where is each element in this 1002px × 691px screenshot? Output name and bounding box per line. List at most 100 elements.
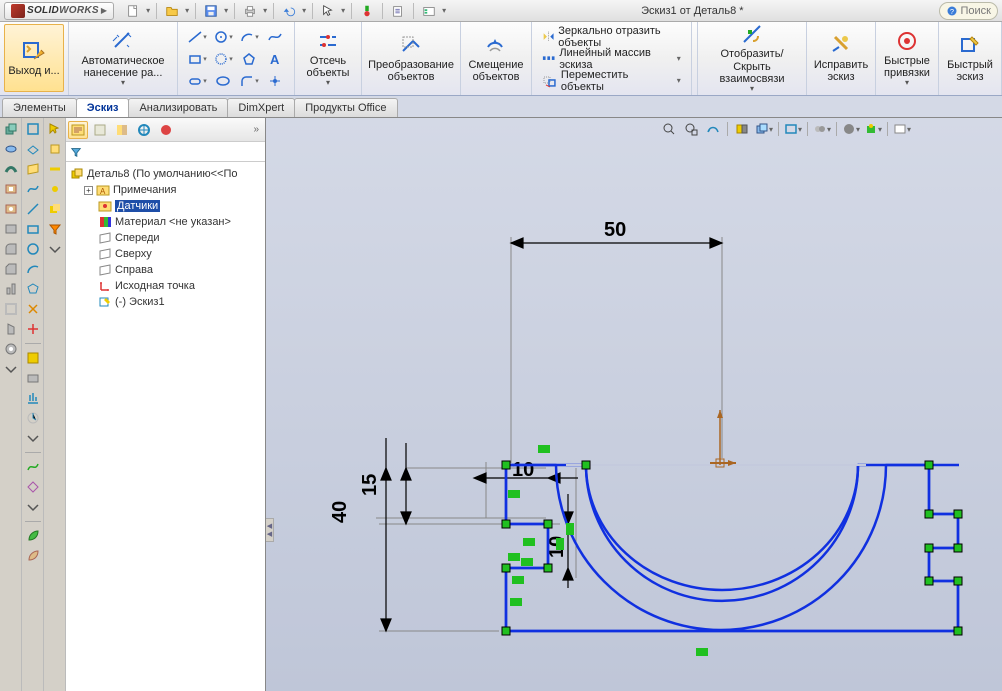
trim-icon-s[interactable] [24,300,42,318]
undo-icon[interactable] [280,2,298,20]
arc-tool[interactable]: ▾ [236,26,262,48]
more-sketch-icon[interactable] [24,320,42,338]
settings-icon[interactable] [420,2,438,20]
circle-tool[interactable]: ▾ [210,26,236,48]
rebuild-icon[interactable] [358,2,376,20]
eval3-icon[interactable] [24,389,42,407]
config-manager-tab[interactable] [112,121,132,139]
tree-top-plane[interactable]: Сверху [68,246,263,262]
dim-10a[interactable]: 10 [512,459,534,481]
show-hide-relations-button[interactable]: Отобразить/Скрыть взаимосвязи ▾ [702,24,802,92]
circle-icon-s[interactable] [24,240,42,258]
ref-icon[interactable] [24,478,42,496]
shell-icon[interactable] [2,300,20,318]
extrude-icon[interactable] [2,120,20,138]
more-eval-icon[interactable] [24,429,42,447]
face-sel-icon[interactable] [46,140,64,158]
options-icon[interactable] [389,2,407,20]
save-icon[interactable] [202,2,220,20]
dim-40[interactable]: 40 [329,501,351,523]
search-box[interactable]: ? Поиск [939,2,998,20]
linear-pattern-button[interactable]: Линейный массив эскиза▾ [538,48,685,69]
tree-filter-bar[interactable] [66,142,265,162]
eval4-icon[interactable] [24,409,42,427]
more-ref-icon[interactable] [24,498,42,516]
hole-icon[interactable] [2,340,20,358]
more-sel-icon[interactable] [46,240,64,258]
feature-tree-tab[interactable] [68,121,88,139]
filter-icon-s[interactable] [46,220,64,238]
fillet-tool[interactable]: ▾ [236,70,262,92]
trim-button[interactable]: Отсечь объекты ▾ [299,24,357,92]
tree-annotations[interactable]: + A Примечания [68,182,263,198]
cursor-icon-s[interactable] [46,120,64,138]
offset-button[interactable]: Смещение объектов [465,24,527,92]
graphics-area[interactable]: ▾ ▾ ▾ ▾ ▾ ▾ ◀◀ [266,118,1002,691]
rectangle-tool[interactable]: ▾ [184,48,210,70]
chamfer-icon[interactable] [2,260,20,278]
ellipse-tool[interactable] [210,70,236,92]
leaf-icon[interactable] [24,527,42,545]
body-sel-icon[interactable] [46,200,64,218]
property-manager-tab[interactable] [90,121,110,139]
new-icon[interactable] [124,2,142,20]
move-entities-button[interactable]: Переместить объекты▾ [538,70,685,91]
point-tool[interactable] [262,70,288,92]
auto-dimension-button[interactable]: Автоматическое нанесение ра... ▾ [73,24,173,92]
fillet-icon[interactable] [2,240,20,258]
cut-revolve-icon[interactable] [2,200,20,218]
exit-sketch-button[interactable]: Выход и... [4,24,64,92]
tab-sketch[interactable]: Эскиз [76,98,130,117]
spline-icon-s[interactable] [24,180,42,198]
tree-origin[interactable]: Исходная точка [68,278,263,294]
dim-15[interactable]: 15 [359,474,381,496]
open-icon[interactable] [163,2,181,20]
convert-entities-button[interactable]: Преобразование объектов [366,24,456,92]
quick-snaps-button[interactable]: Быстрые привязки ▾ [880,24,934,92]
vertex-sel-icon[interactable] [46,180,64,198]
text-tool[interactable]: A [262,48,288,70]
draft-icon[interactable] [2,320,20,338]
revolve-icon[interactable] [2,140,20,158]
tree-right-plane[interactable]: Справа [68,262,263,278]
sweep-icon[interactable] [2,160,20,178]
rapid-sketch-button[interactable]: Быстрый эскиз [943,24,997,92]
app-logo[interactable]: SOLIDWORKS ▶ [4,2,114,20]
tab-analyze[interactable]: Анализировать [128,98,228,117]
expand-panel-icon[interactable]: » [249,124,263,135]
eval2-icon[interactable] [24,369,42,387]
line-tool[interactable]: ▾ [184,26,210,48]
tab-elements[interactable]: Элементы [2,98,77,117]
sketch-icon-s[interactable] [24,120,42,138]
select-cursor-icon[interactable] [319,2,337,20]
tree-front-plane[interactable]: Спереди [68,230,263,246]
rib-icon[interactable] [2,280,20,298]
plane-icon[interactable] [24,160,42,178]
display-manager-tab[interactable] [156,121,176,139]
dim-50[interactable]: 50 [604,219,626,241]
tree-material[interactable]: Материал <не указан> [68,214,263,230]
poly-icon-s[interactable] [24,280,42,298]
cut-extrude-icon[interactable] [2,180,20,198]
tab-office[interactable]: Продукты Office [294,98,397,117]
dimxpert-manager-tab[interactable] [134,121,154,139]
eval-icon[interactable] [24,349,42,367]
print-icon[interactable] [241,2,259,20]
slot-tool[interactable]: ▾ [184,70,210,92]
leaf2-icon[interactable] [24,547,42,565]
rect-icon-s[interactable] [24,220,42,238]
tree-sketch1[interactable]: (-) Эскиз1 [68,294,263,310]
perimeter-circle-tool[interactable]: ▾ [210,48,236,70]
expand-icon[interactable]: + [84,186,93,195]
curve-icon[interactable] [24,458,42,476]
mirror-entities-button[interactable]: Зеркально отразить объекты [538,26,685,47]
repair-sketch-button[interactable]: Исправить эскиз [811,24,871,92]
tree-sensors[interactable]: Датчики [68,198,263,214]
arc-icon-s[interactable] [24,260,42,278]
sketch-canvas[interactable]: 50 40 15 10 10 [266,118,1002,691]
polygon-tool[interactable] [236,48,262,70]
tree-root[interactable]: Деталь8 (По умолчанию<<По [68,166,263,182]
3dsketch-icon[interactable] [24,140,42,158]
loft-icon[interactable] [2,220,20,238]
edge-sel-icon[interactable] [46,160,64,178]
